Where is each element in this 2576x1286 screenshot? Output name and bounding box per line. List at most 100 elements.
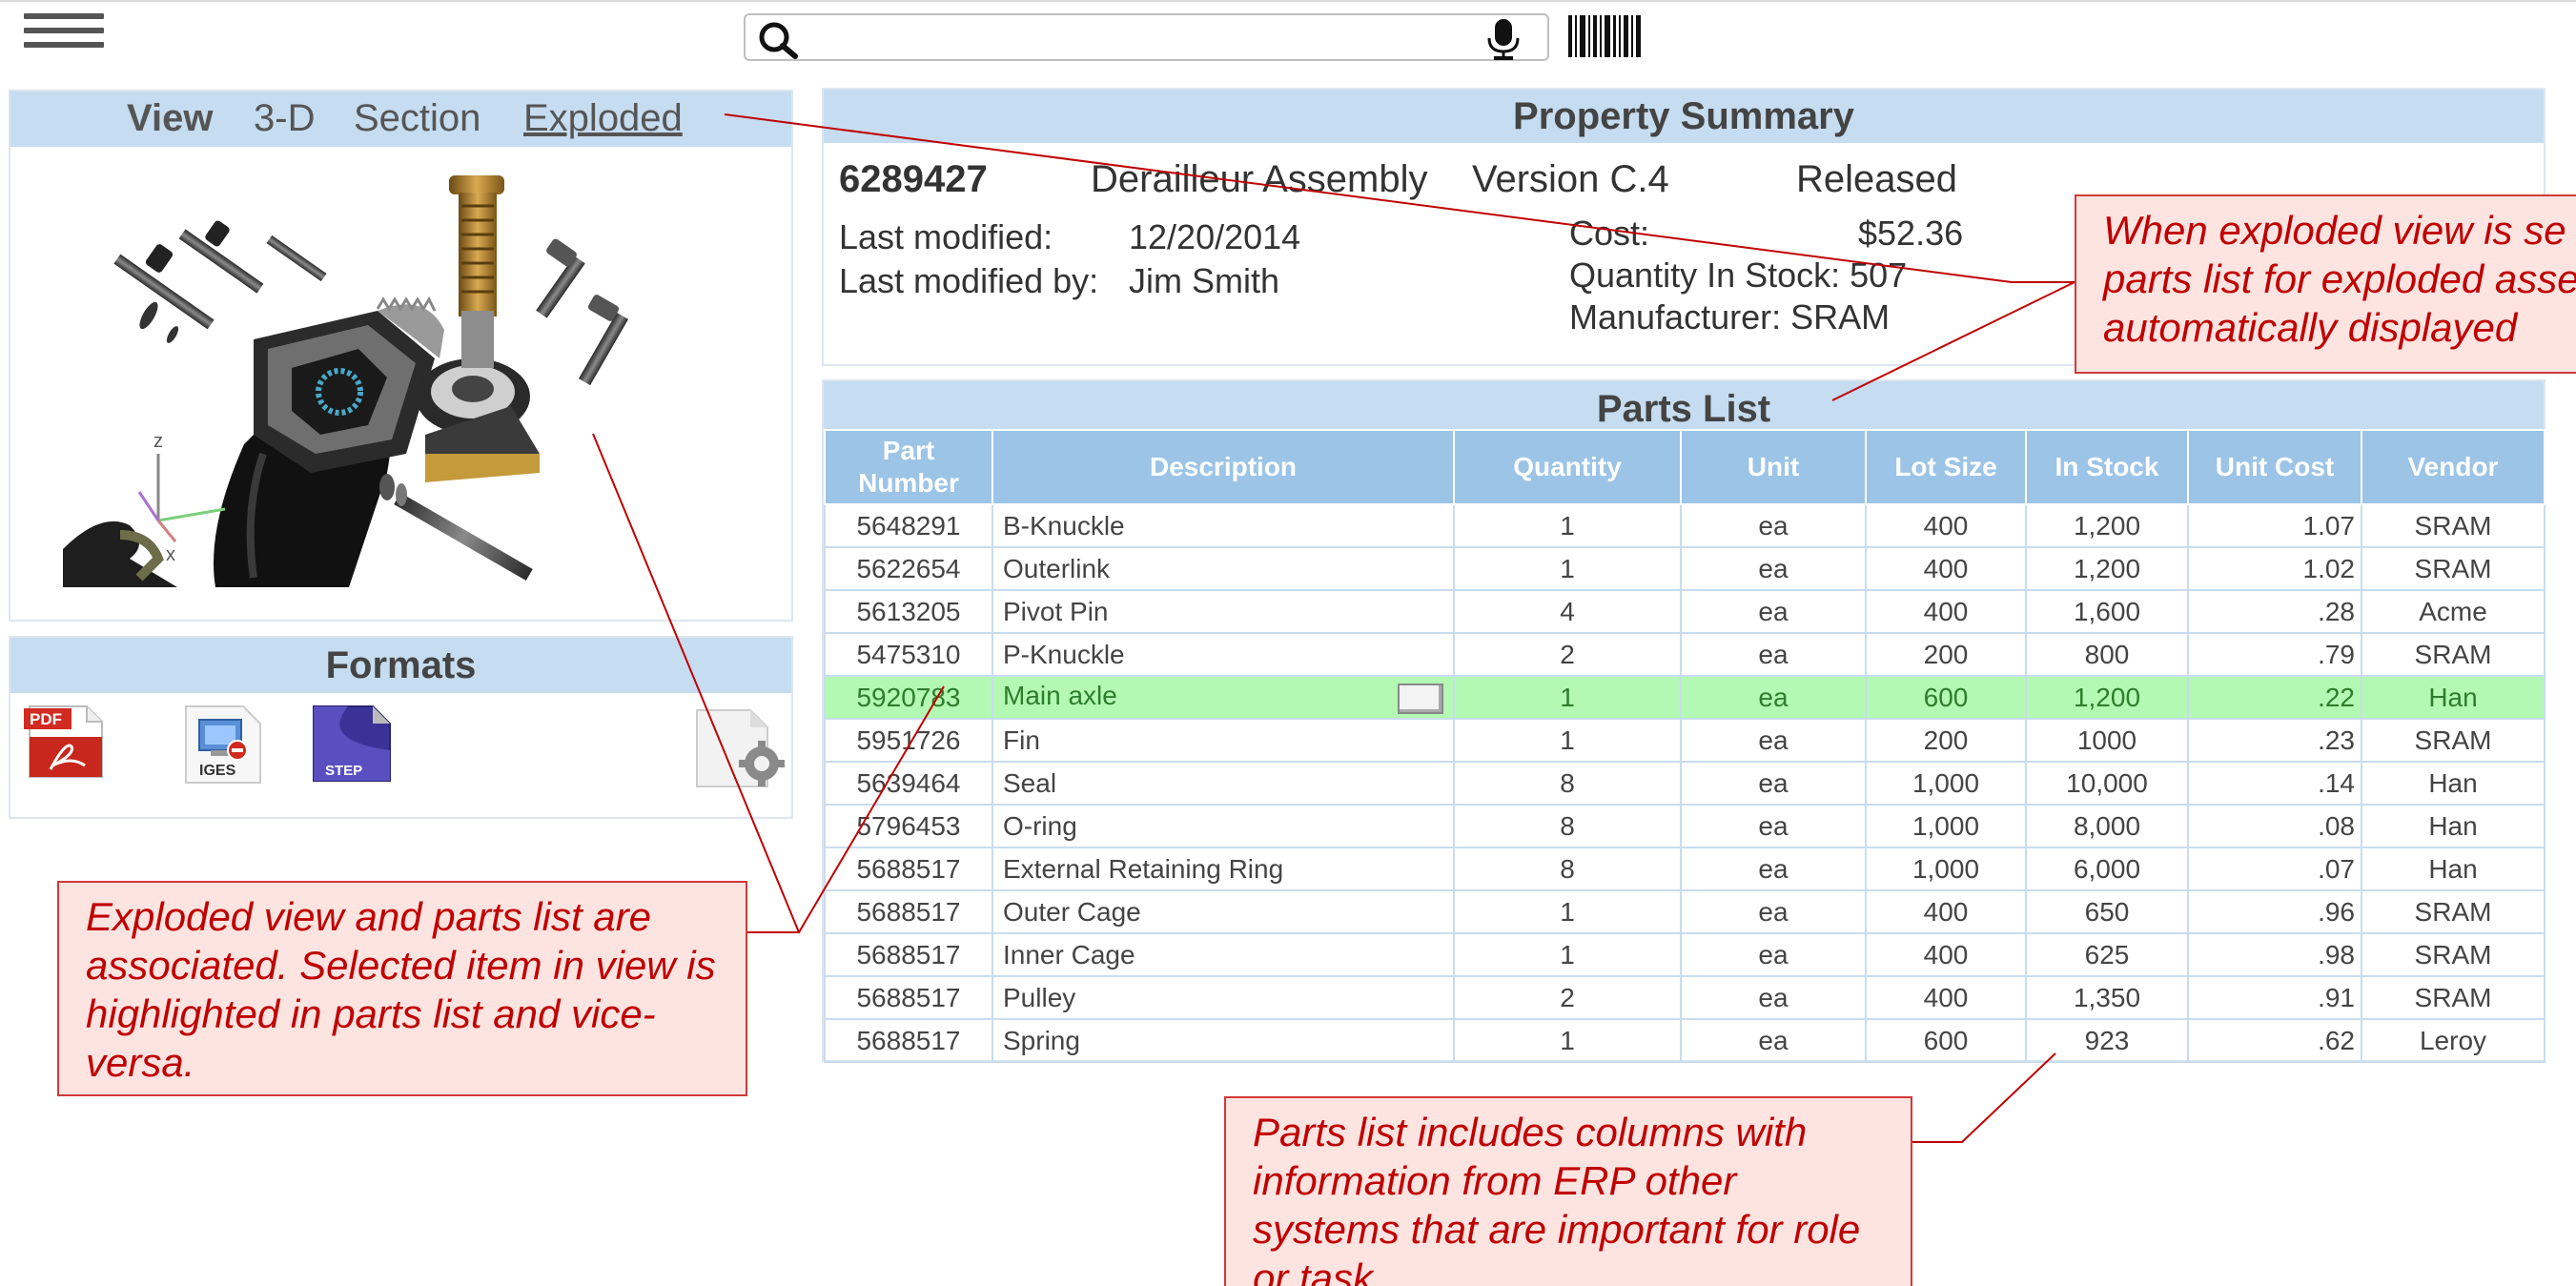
table-row[interactable]: 5688517 Spring 1 ea 600 923 .62 Leroy xyxy=(824,1018,2545,1063)
unit-cell: ea xyxy=(1680,889,1867,934)
description-cell: P-Knuckle xyxy=(992,632,1455,677)
in-stock-cell: 1,600 xyxy=(2025,589,2189,634)
cell-text: 1,000 xyxy=(1912,853,1980,884)
status-badge: Released xyxy=(1796,158,1958,200)
step-icon[interactable]: STEP xyxy=(310,703,396,785)
column-header-unit[interactable]: Unit xyxy=(1680,429,1867,505)
cell-text: .14 xyxy=(2318,767,2355,798)
lot-size-cell: 400 xyxy=(1865,546,2027,591)
unit-cell: ea xyxy=(1680,632,1867,677)
manufacturer: Manufacturer: SRAM xyxy=(1569,297,1891,337)
in-stock-cell: 923 xyxy=(2025,1018,2189,1063)
hamburger-menu-icon[interactable] xyxy=(24,13,104,51)
description-cell: Pivot Pin xyxy=(992,589,1455,634)
cell-text: 1,200 xyxy=(2073,682,2141,712)
row-action-button[interactable] xyxy=(1398,684,1443,714)
unit-cell: ea xyxy=(1680,503,1867,548)
cell-text: Outerlink xyxy=(1003,553,1111,583)
lot-size-cell: 200 xyxy=(1865,632,2027,677)
exploded-assembly-viewer[interactable]: z x xyxy=(63,168,654,587)
in-stock-cell: 10,000 xyxy=(2025,761,2189,806)
lot-size-cell: 400 xyxy=(1865,589,2027,634)
column-header-quantity[interactable]: Quantity xyxy=(1453,429,1682,505)
view-option-exploded[interactable]: Exploded xyxy=(523,97,683,140)
unit-cell: ea xyxy=(1680,932,1867,977)
cell-text: Acme xyxy=(2419,596,2487,626)
lot-size-cell: 1,000 xyxy=(1865,761,2027,806)
column-header-unit-cost[interactable]: Unit Cost xyxy=(2187,429,2362,505)
vendor-cell: SRAM xyxy=(2361,889,2545,934)
unit-cost-cell: .28 xyxy=(2187,589,2362,634)
unit-cost-cell: .23 xyxy=(2187,718,2362,763)
cell-text: SRAM xyxy=(2414,510,2492,541)
table-row[interactable]: 5639464 Seal 8 ea 1,000 10,000 .14 Han xyxy=(824,761,2545,806)
column-header-part-number[interactable]: Part Number xyxy=(824,429,993,505)
lot-size-cell: 400 xyxy=(1865,889,2027,934)
part-number-cell: 5622654 xyxy=(824,546,993,591)
table-row[interactable]: 5648291 B-Knuckle 1 ea 400 1,200 1.07 SRAM xyxy=(824,503,2545,548)
in-stock-cell: 800 xyxy=(2025,632,2189,677)
column-header-lot-size[interactable]: Lot Size xyxy=(1865,429,2027,505)
vendor-cell: SRAM xyxy=(2361,632,2545,677)
barcode-scanner-icon[interactable] xyxy=(1568,15,1641,57)
cell-text: ea xyxy=(1758,1025,1789,1055)
view-option-section[interactable]: Section xyxy=(354,97,480,140)
settings-file-icon[interactable] xyxy=(693,708,792,790)
table-row[interactable]: 5688517 External Retaining Ring 8 ea 1,000 6,… xyxy=(824,847,2545,891)
cell-text: 400 xyxy=(1923,596,1969,626)
table-header-row: Part Number Description Quantity Unit Lo… xyxy=(824,429,2545,505)
cell-text: .79 xyxy=(2318,639,2355,669)
unit-cost-cell: 1.07 xyxy=(2187,503,2362,548)
cell-text: .62 xyxy=(2318,1025,2355,1055)
in-stock-cell: 8,000 xyxy=(2025,804,2189,848)
cell-text: ea xyxy=(1758,510,1789,541)
search-bar[interactable] xyxy=(744,13,1549,61)
table-row[interactable]: 5622654 Outerlink 1 ea 400 1,200 1.02 SRAM xyxy=(824,546,2545,591)
cell-text: SRAM xyxy=(2414,639,2492,669)
cell-text: ea xyxy=(1758,639,1789,669)
cell-text: ea xyxy=(1758,896,1789,927)
in-stock-cell: 1000 xyxy=(2025,718,2189,763)
search-input[interactable] xyxy=(810,19,1459,55)
vendor-cell: SRAM xyxy=(2361,975,2545,1020)
cell-text: 1,200 xyxy=(2073,553,2141,583)
svg-text:z: z xyxy=(153,431,163,452)
part-name: Derailleur Assembly xyxy=(1091,158,1428,200)
table-row[interactable]: 5951726 Fin 1 ea 200 1000 .23 SRAM xyxy=(824,718,2545,763)
cell-text: 4 xyxy=(1560,596,1575,626)
cell-text: 1 xyxy=(1560,1025,1575,1055)
cell-text: ea xyxy=(1758,810,1789,841)
search-icon[interactable] xyxy=(757,21,803,59)
table-row[interactable]: 5613205 Pivot Pin 4 ea 400 1,600 .28 Acme xyxy=(824,589,2545,634)
cell-text: 5951726 xyxy=(856,725,961,755)
iges-icon[interactable]: IGES xyxy=(182,704,264,785)
pdf-icon[interactable]: PDF xyxy=(24,703,108,781)
table-row[interactable]: 5920783 Main axle 1 ea 600 1,200 .22 Han xyxy=(824,675,2545,720)
unit-cost-cell: .22 xyxy=(2187,675,2362,720)
column-header-in-stock[interactable]: In Stock xyxy=(2025,429,2189,505)
cell-text: 10,000 xyxy=(2066,767,2148,798)
callout-exploded-view-line-3: automatically displayed xyxy=(2103,305,2518,350)
description-cell: External Retaining Ring xyxy=(992,847,1455,891)
table-row[interactable]: 5688517 Pulley 2 ea 400 1,350 .91 SRAM xyxy=(824,975,2545,1020)
callout-exploded-view: When exploded view is se parts list for … xyxy=(2075,194,2576,374)
unit-cell: ea xyxy=(1680,804,1867,848)
column-header-vendor[interactable]: Vendor xyxy=(2361,429,2545,505)
cell-text: 5688517 xyxy=(856,853,961,884)
quantity-cell: 8 xyxy=(1453,847,1682,891)
view-option-3d[interactable]: 3-D xyxy=(254,97,315,140)
cell-text: O-ring xyxy=(1003,810,1077,841)
cell-text: .98 xyxy=(2318,939,2355,970)
column-header-description[interactable]: Description xyxy=(992,429,1455,505)
lot-size-cell: 600 xyxy=(1865,1018,2027,1063)
quantity-cell: 1 xyxy=(1453,546,1682,591)
microphone-icon[interactable] xyxy=(1484,17,1523,61)
cell-text: 1,000 xyxy=(1912,810,1980,841)
table-row[interactable]: 5688517 Outer Cage 1 ea 400 650 .96 SRAM xyxy=(824,889,2545,934)
vendor-cell: Leroy xyxy=(2361,1018,2545,1063)
cell-text: 1,000 xyxy=(1912,767,1980,798)
table-row[interactable]: 5796453 O-ring 8 ea 1,000 8,000 .08 Han xyxy=(824,804,2545,848)
table-row[interactable]: 5688517 Inner Cage 1 ea 400 625 .98 SRAM xyxy=(824,932,2545,977)
table-row[interactable]: 5475310 P-Knuckle 2 ea 200 800 .79 SRAM xyxy=(824,632,2545,677)
last-modified-by-value: Jim Smith xyxy=(1129,261,1280,300)
